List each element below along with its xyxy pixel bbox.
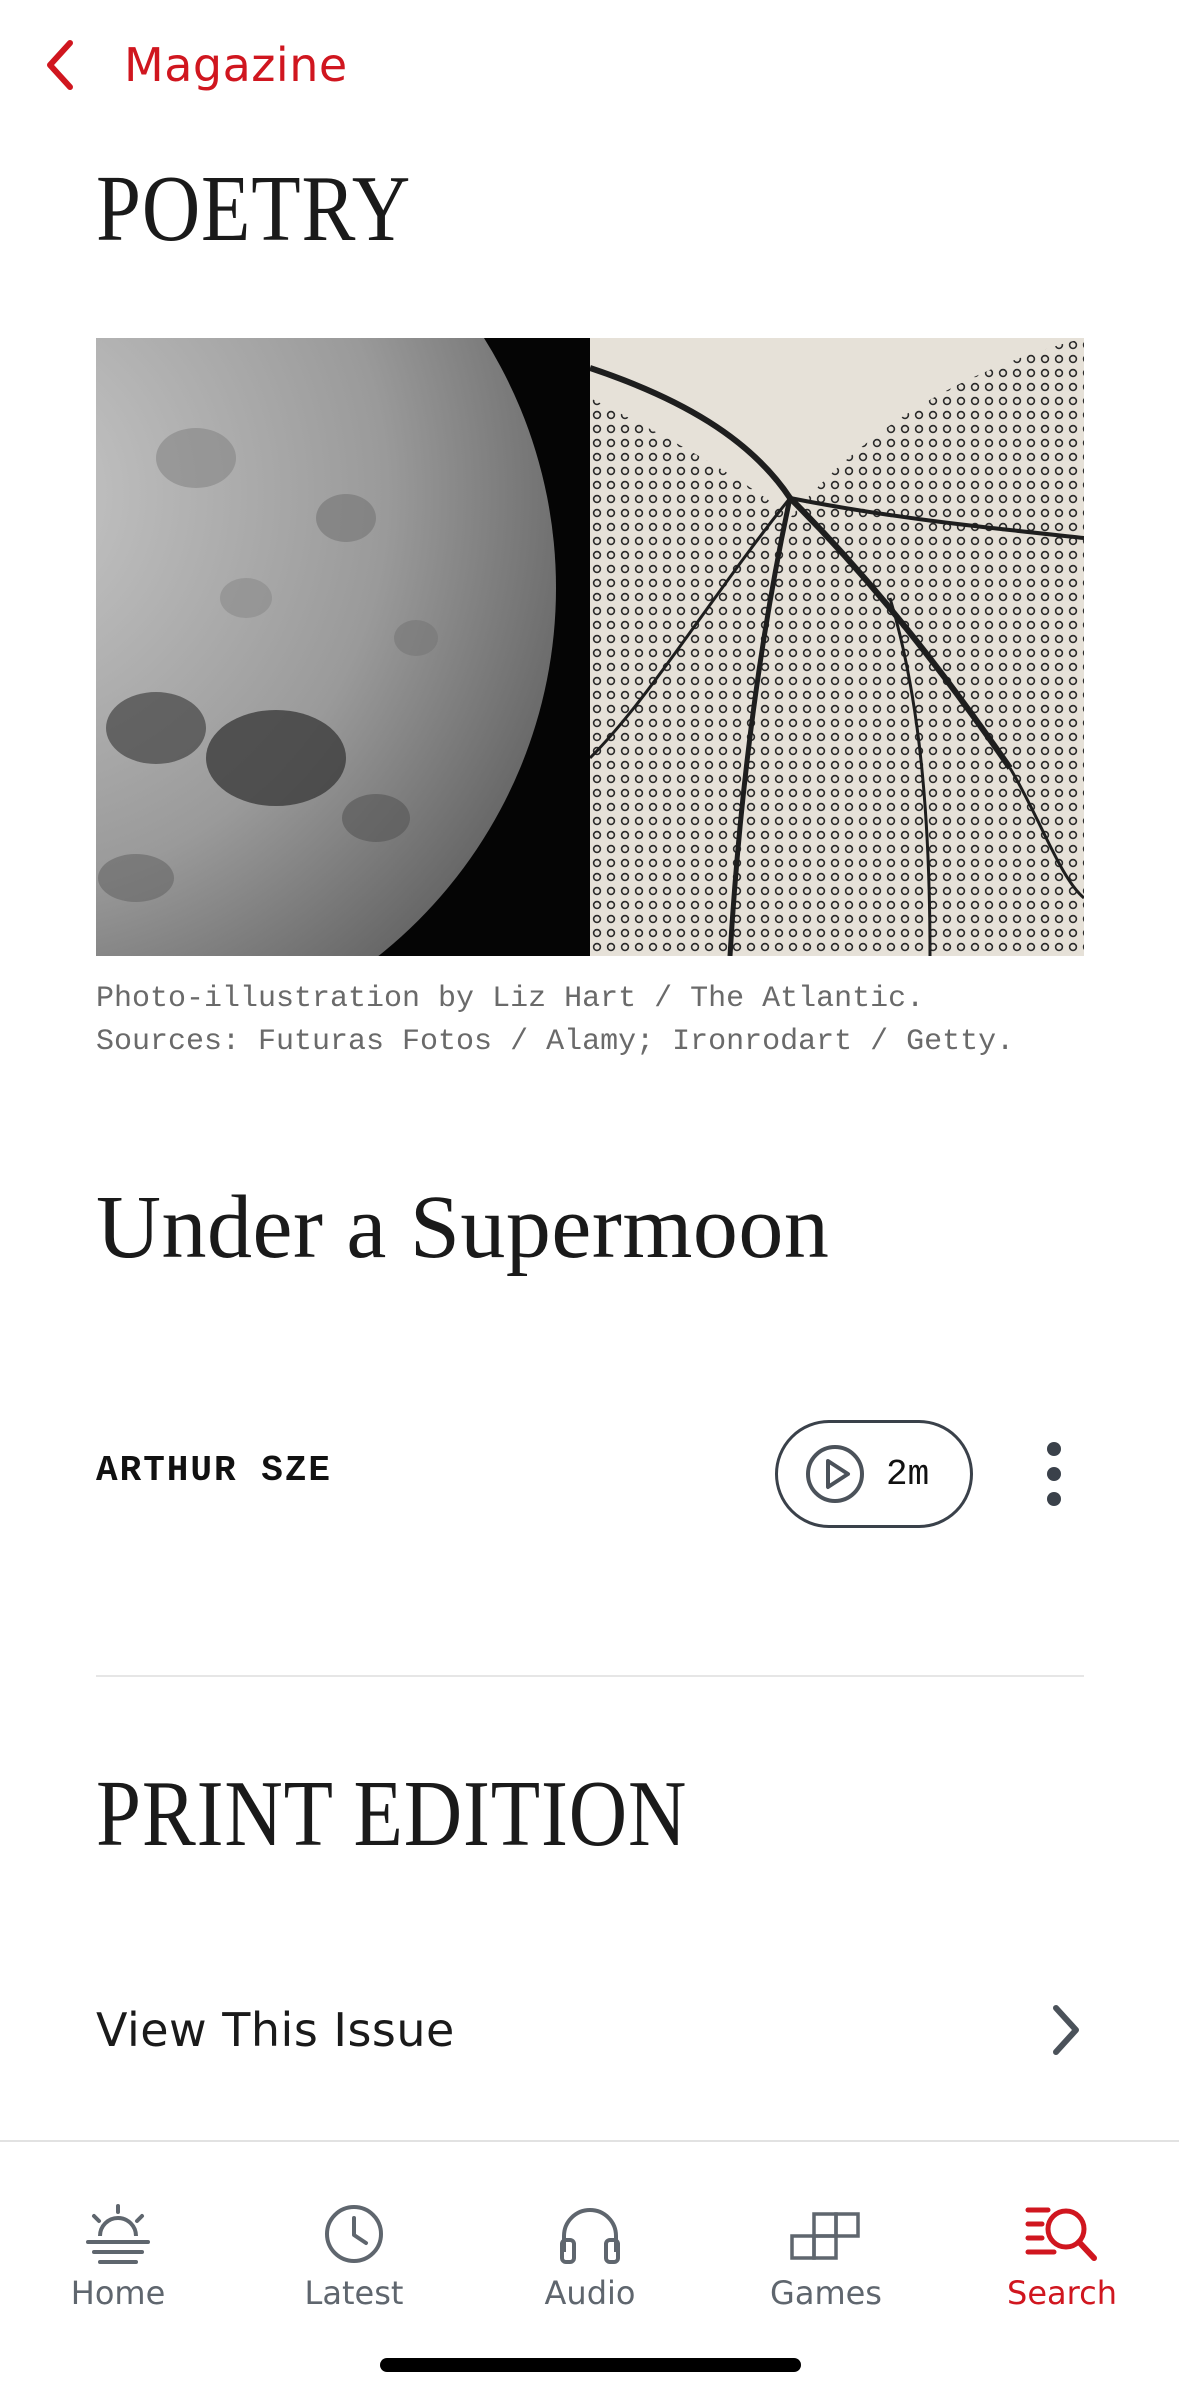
chevron-right-icon [1053, 2005, 1079, 2055]
sunrise-icon [86, 2204, 150, 2264]
chevron-left-icon [47, 40, 73, 90]
audio-duration: 2m [886, 1453, 930, 1495]
print-edition-title: PRINT EDITION [96, 1762, 688, 1866]
dot-icon [1047, 1467, 1061, 1481]
back-button[interactable]: Magazine [40, 30, 348, 100]
dot-icon [1047, 1492, 1061, 1506]
tab-games[interactable]: Games [726, 2202, 926, 2322]
hero-image [96, 338, 1084, 956]
headphones-icon [560, 2208, 620, 2264]
tab-label: Search [1007, 2274, 1117, 2312]
view-issue-label: View This Issue [96, 2003, 455, 2057]
dot-icon [1047, 1442, 1061, 1456]
tab-search[interactable]: Search [962, 2202, 1162, 2322]
search-icon [1025, 2207, 1097, 2261]
play-icon [806, 1445, 864, 1503]
tab-label: Games [770, 2274, 882, 2312]
article-page: Magazine POETRY Photo-illustration by Li… [0, 0, 1179, 2396]
tab-label: Home [70, 2274, 166, 2312]
listen-button[interactable]: 2m [775, 1420, 973, 1528]
clock-icon [325, 2205, 383, 2263]
section-title: POETRY [96, 157, 412, 261]
tab-latest[interactable]: Latest [254, 2202, 454, 2322]
home-indicator[interactable] [380, 2358, 801, 2372]
author-byline[interactable]: ARTHUR SZE [96, 1450, 332, 1491]
tab-label: Audio [544, 2274, 636, 2312]
grid-blocks-icon [790, 2212, 860, 2260]
divider [96, 1675, 1084, 1677]
tab-audio[interactable]: Audio [490, 2202, 690, 2322]
article-title: Under a Supermoon [96, 1178, 830, 1277]
leaf-photo [590, 338, 1084, 956]
more-options-button[interactable] [1030, 1436, 1078, 1512]
tab-home[interactable]: Home [18, 2202, 218, 2322]
moon-photo [96, 338, 590, 956]
view-issue-row[interactable]: View This Issue [96, 1990, 1084, 2070]
tab-label: Latest [304, 2274, 404, 2312]
image-caption: Photo-illustration by Liz Hart / The Atl… [96, 982, 1015, 1059]
back-label: Magazine [124, 38, 348, 92]
